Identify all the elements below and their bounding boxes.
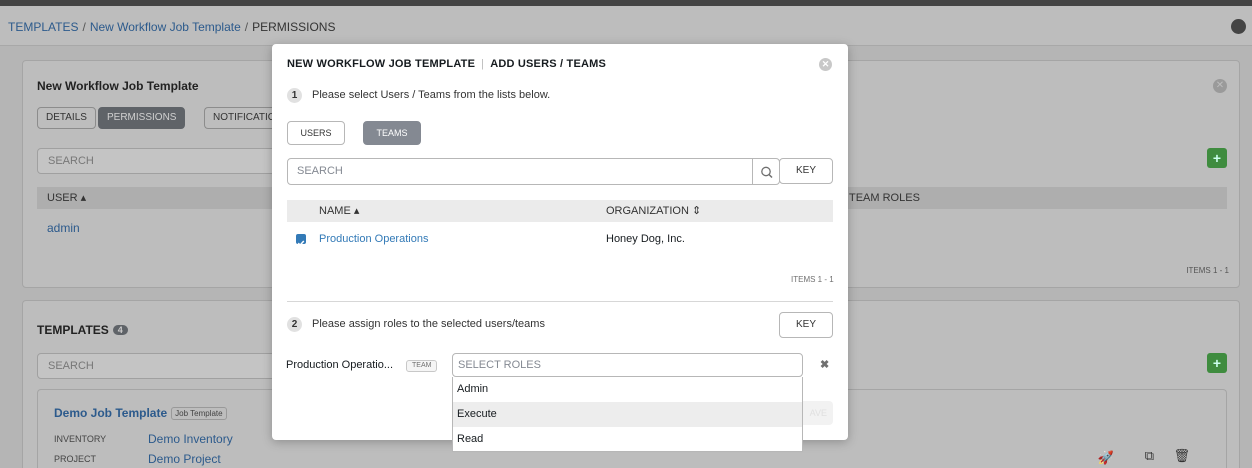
- breadcrumb-separator: /: [244, 20, 249, 34]
- teams-toggle-button[interactable]: TEAMS: [363, 121, 421, 145]
- template-type-tag: Job Template: [171, 407, 227, 420]
- team-name-link[interactable]: Production Operations: [319, 228, 428, 250]
- templates-title: TEMPLATES 4: [37, 323, 128, 337]
- key-button-2[interactable]: KEY: [779, 312, 833, 338]
- organization-name: Honey Dog, Inc.: [606, 233, 685, 245]
- users-toggle-button[interactable]: USERS: [287, 121, 345, 145]
- step-1-badge: 1: [287, 88, 302, 103]
- breadcrumb: TEMPLATES / New Workflow Job Template / PERM…: [8, 20, 335, 34]
- step-2-badge: 2: [287, 317, 302, 332]
- row-checkbox[interactable]: [296, 234, 306, 247]
- close-icon[interactable]: ✕: [1213, 79, 1227, 93]
- inventory-link[interactable]: Demo Inventory: [148, 432, 233, 446]
- search-input[interactable]: SEARCH: [37, 148, 277, 174]
- add-button[interactable]: +: [1207, 148, 1227, 168]
- tab-details[interactable]: DETAILS: [37, 107, 96, 129]
- inventory-label: INVENTORY: [54, 434, 107, 444]
- step-2-text: Please assign roles to the selected user…: [312, 318, 545, 330]
- select-roles-input[interactable]: SELECT ROLES: [452, 353, 803, 377]
- breadcrumb-templates[interactable]: TEMPLATES: [8, 20, 78, 34]
- activity-stream-icon[interactable]: [1231, 19, 1246, 34]
- modal-title: NEW WORKFLOW JOB TEMPLATE | ADD USERS / TE…: [287, 58, 607, 70]
- search-button[interactable]: [752, 158, 780, 185]
- breadcrumb-separator: /: [82, 20, 86, 34]
- search-input[interactable]: SEARCH: [287, 158, 753, 185]
- roles-dropdown: Admin Execute Read: [452, 377, 803, 452]
- items-count: ITEMS 1 - 1: [1186, 266, 1229, 275]
- add-users-teams-modal: NEW WORKFLOW JOB TEMPLATE | ADD USERS / TE…: [272, 44, 848, 452]
- column-team-roles: TEAM ROLES: [849, 192, 920, 204]
- copy-icon[interactable]: ⧉: [1145, 448, 1154, 464]
- column-name[interactable]: NAME ▴: [319, 200, 359, 222]
- role-option-execute[interactable]: Execute: [453, 402, 802, 427]
- panel-title: New Workflow Job Template: [37, 79, 199, 93]
- breadcrumb-template[interactable]: New Workflow Job Template: [90, 20, 241, 34]
- breadcrumb-bar: TEMPLATES / New Workflow Job Template / PERM…: [0, 6, 1252, 46]
- project-link[interactable]: Demo Project: [148, 452, 221, 466]
- list-item[interactable]: Production Operations Honey Dog, Inc.: [287, 228, 833, 250]
- key-button[interactable]: KEY: [779, 158, 833, 184]
- add-template-button[interactable]: +: [1207, 353, 1227, 373]
- breadcrumb-permissions: PERMISSIONS: [252, 20, 336, 34]
- role-option-read[interactable]: Read: [453, 427, 802, 452]
- user-link[interactable]: admin: [47, 221, 80, 235]
- section-divider: [287, 301, 833, 302]
- step-1-text: Please select Users / Teams from the lis…: [312, 89, 551, 101]
- column-user[interactable]: USER ▴: [47, 187, 86, 209]
- project-label: PROJECT: [54, 454, 97, 464]
- search-icon: [761, 166, 773, 179]
- templates-count-badge: 4: [112, 325, 128, 335]
- template-name[interactable]: Demo Job Template Job Template: [54, 406, 227, 420]
- templates-search-input[interactable]: SEARCH: [37, 353, 277, 379]
- list-header: NAME ▴ ORGANIZATION ⇕: [287, 200, 833, 222]
- selected-team-name: Production Operatio...: [286, 359, 394, 371]
- check-icon: [297, 240, 305, 247]
- remove-selection-icon[interactable]: ✖: [820, 358, 829, 371]
- launch-rocket-icon[interactable]: 🚀: [1098, 450, 1114, 466]
- items-count: ITEMS 1 - 1: [791, 275, 834, 284]
- close-icon[interactable]: ✕: [819, 58, 832, 71]
- delete-trash-icon[interactable]: 🗑: [1173, 448, 1190, 464]
- tab-permissions[interactable]: PERMISSIONS: [98, 107, 186, 129]
- team-tag: TEAM: [406, 360, 438, 372]
- role-option-admin[interactable]: Admin: [453, 377, 802, 402]
- column-organization[interactable]: ORGANIZATION ⇕: [606, 200, 701, 222]
